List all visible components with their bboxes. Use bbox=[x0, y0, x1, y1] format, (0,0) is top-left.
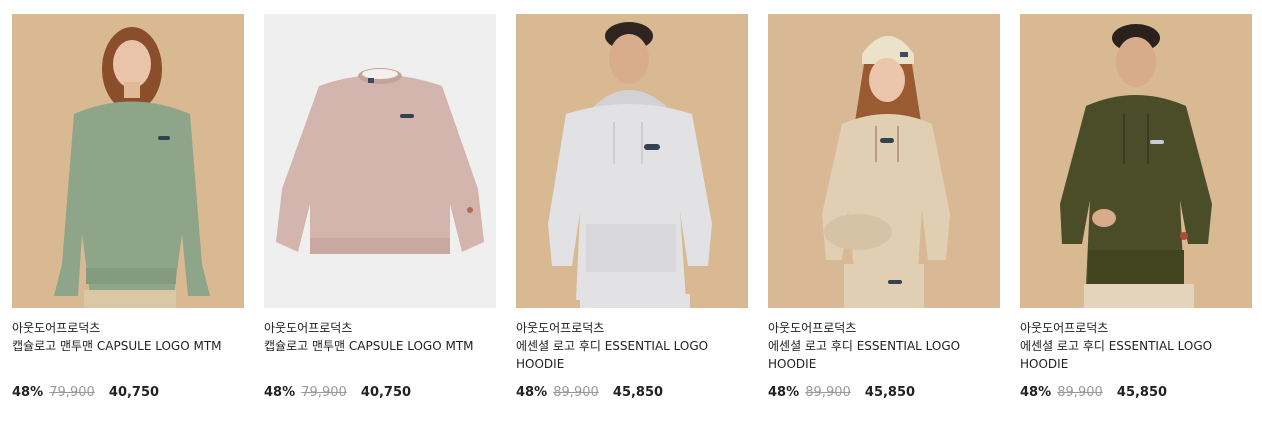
product-image[interactable] bbox=[1020, 14, 1252, 308]
original-price: 89,900 bbox=[553, 385, 599, 400]
product-card[interactable]: 아웃도어프로덕츠 에센셜 로고 후디 ESSENTIAL LOGO HOODIE… bbox=[768, 14, 1000, 402]
product-image[interactable] bbox=[516, 14, 748, 308]
product-name[interactable]: 캡슐로고 맨투맨 CAPSULE LOGO MTM bbox=[264, 337, 496, 373]
product-name[interactable]: 에센셜 로고 후디 ESSENTIAL LOGO HOODIE bbox=[768, 337, 1000, 373]
product-card[interactable]: 아웃도어프로덕츠 캡슐로고 맨투맨 CAPSULE LOGO MTM 48% 7… bbox=[264, 14, 496, 402]
original-price: 89,900 bbox=[1057, 385, 1103, 400]
price-row: 48% 79,900 40,750 bbox=[264, 384, 496, 402]
price-row: 48% 89,900 45,850 bbox=[1020, 384, 1252, 402]
sale-price: 40,750 bbox=[360, 385, 412, 400]
product-image[interactable] bbox=[264, 14, 496, 308]
product-card[interactable]: 아웃도어프로덕츠 에센셜 로고 후디 ESSENTIAL LOGO HOODIE… bbox=[516, 14, 748, 402]
product-name[interactable]: 에센셜 로고 후디 ESSENTIAL LOGO HOODIE bbox=[1020, 337, 1252, 373]
product-card[interactable]: 아웃도어프로덕츠 캡슐로고 맨투맨 CAPSULE LOGO MTM 48% 7… bbox=[12, 14, 244, 402]
sale-price: 45,850 bbox=[864, 385, 916, 400]
original-price: 79,900 bbox=[301, 385, 347, 400]
price-row: 48% 89,900 45,850 bbox=[516, 384, 748, 402]
sale-price: 45,850 bbox=[1116, 385, 1168, 400]
sale-price: 40,750 bbox=[108, 385, 160, 400]
original-price: 89,900 bbox=[805, 385, 851, 400]
product-card[interactable]: 아웃도어프로덕츠 에센셜 로고 후디 ESSENTIAL LOGO HOODIE… bbox=[1020, 14, 1252, 402]
product-brand[interactable]: 아웃도어프로덕츠 bbox=[264, 320, 496, 337]
product-brand[interactable]: 아웃도어프로덕츠 bbox=[516, 320, 748, 337]
product-brand[interactable]: 아웃도어프로덕츠 bbox=[12, 320, 244, 337]
sale-price: 45,850 bbox=[612, 385, 664, 400]
discount-rate: 48% bbox=[516, 385, 548, 400]
price-row: 48% 89,900 45,850 bbox=[768, 384, 1000, 402]
original-price: 79,900 bbox=[49, 385, 95, 400]
price-row: 48% 79,900 40,750 bbox=[12, 384, 244, 402]
product-name[interactable]: 캡슐로고 맨투맨 CAPSULE LOGO MTM bbox=[12, 337, 244, 373]
discount-rate: 48% bbox=[768, 385, 800, 400]
product-image[interactable] bbox=[12, 14, 244, 308]
product-image[interactable] bbox=[768, 14, 1000, 308]
product-brand[interactable]: 아웃도어프로덕츠 bbox=[1020, 320, 1252, 337]
product-brand[interactable]: 아웃도어프로덕츠 bbox=[768, 320, 1000, 337]
discount-rate: 48% bbox=[12, 385, 44, 400]
product-name[interactable]: 에센셜 로고 후디 ESSENTIAL LOGO HOODIE bbox=[516, 337, 748, 373]
product-grid: 아웃도어프로덕츠 캡슐로고 맨투맨 CAPSULE LOGO MTM 48% 7… bbox=[0, 0, 1262, 439]
discount-rate: 48% bbox=[1020, 385, 1052, 400]
discount-rate: 48% bbox=[264, 385, 296, 400]
